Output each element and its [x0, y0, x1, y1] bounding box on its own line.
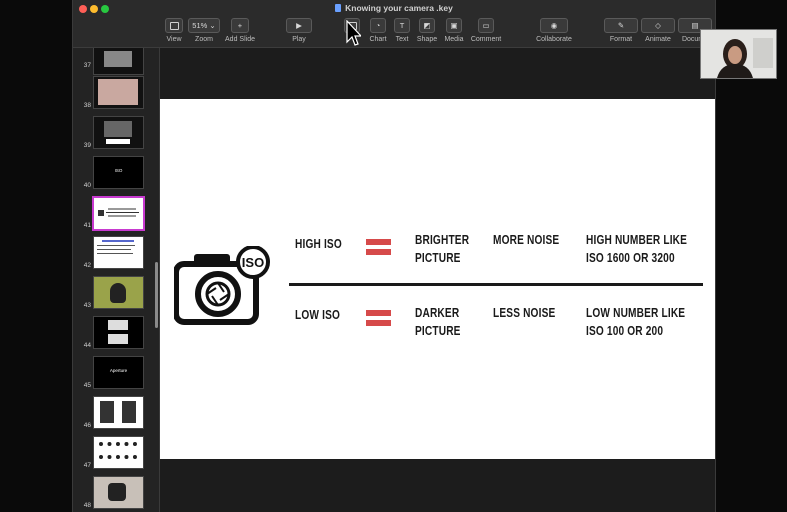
- add-slide-icon: +: [237, 21, 243, 30]
- keynote-window: Knowing your camera .key View 51% ⌄ Zoom…: [72, 0, 716, 512]
- navigator-scrollbar[interactable]: [155, 262, 158, 328]
- format-button[interactable]: ✎ Format: [603, 18, 639, 43]
- row1-number-line1: HIGH NUMBER LIKE: [586, 232, 688, 247]
- toolbar: Knowing your camera .key View 51% ⌄ Zoom…: [73, 0, 715, 48]
- zoom-button[interactable]: 51% ⌄ Zoom: [187, 18, 221, 43]
- row1-equals-bottom: [366, 249, 391, 255]
- camera-icon: ISO: [174, 246, 270, 325]
- row1-result-line2: PICTURE: [415, 250, 461, 265]
- chart-icon: ◔: [375, 21, 381, 30]
- format-icon: ✎: [617, 21, 625, 30]
- row2-number-line2: ISO 100 OR 200: [586, 323, 664, 338]
- animate-button[interactable]: ◇ Animate: [640, 18, 676, 43]
- shape-icon: ◩: [423, 21, 431, 30]
- row1-result-line1: BRIGHTER: [415, 232, 470, 247]
- collaborate-icon: ◉: [550, 21, 558, 30]
- add-slide-button[interactable]: + Add Slide: [223, 18, 257, 43]
- slide-canvas: ISO HIGH ISO BRIGHTER PICTURE MORE NOISE…: [160, 48, 715, 512]
- text-icon: T: [399, 21, 405, 30]
- zoom-value: 51%: [192, 21, 208, 30]
- play-button[interactable]: ▶ Play: [285, 18, 313, 43]
- play-icon: ▶: [296, 21, 302, 30]
- row2-noise: LESS NOISE: [493, 305, 556, 320]
- comment-icon: ▭: [482, 21, 490, 30]
- view-button[interactable]: View: [163, 18, 185, 43]
- window-title: Knowing your camera .key: [73, 3, 715, 13]
- camera-badge-text: ISO: [242, 255, 264, 270]
- row2-result-line1: DARKER: [415, 305, 460, 320]
- media-icon: ▣: [450, 21, 458, 30]
- slide-navigator: 37 38 39 ISO 40 41 42 43 44 Aperture 45 …: [73, 48, 160, 512]
- row1-equals-top: [366, 239, 391, 245]
- row2-equals-top: [366, 310, 391, 316]
- collaborate-button[interactable]: ◉ Collaborate: [533, 18, 575, 43]
- comment-button[interactable]: ▭ Comment: [469, 18, 503, 43]
- chart-button[interactable]: ◔ Chart: [368, 18, 388, 43]
- row1-label: HIGH ISO: [295, 236, 342, 251]
- row1-noise: MORE NOISE: [493, 232, 560, 247]
- row2-number-line1: LOW NUMBER LIKE: [586, 305, 686, 320]
- sidebar-icon: [169, 21, 179, 30]
- cursor-icon: [346, 20, 361, 46]
- row2-label: LOW ISO: [295, 307, 341, 322]
- participant-video: [701, 30, 776, 78]
- text-button[interactable]: T Text: [392, 18, 412, 43]
- current-slide[interactable]: ISO HIGH ISO BRIGHTER PICTURE MORE NOISE…: [160, 99, 715, 459]
- row1-number-line2: ISO 1600 OR 3200: [586, 250, 675, 265]
- row2-equals-bottom: [366, 320, 391, 326]
- animate-icon: ◇: [655, 21, 661, 30]
- slide-divider-line: [289, 283, 703, 286]
- document-icon: ▤: [691, 21, 699, 30]
- keynote-doc-icon: [335, 4, 342, 12]
- shape-button[interactable]: ◩ Shape: [415, 18, 439, 43]
- video-call-thumbnail[interactable]: [700, 29, 777, 79]
- media-button[interactable]: ▣ Media: [443, 18, 465, 43]
- row2-result-line2: PICTURE: [415, 323, 461, 338]
